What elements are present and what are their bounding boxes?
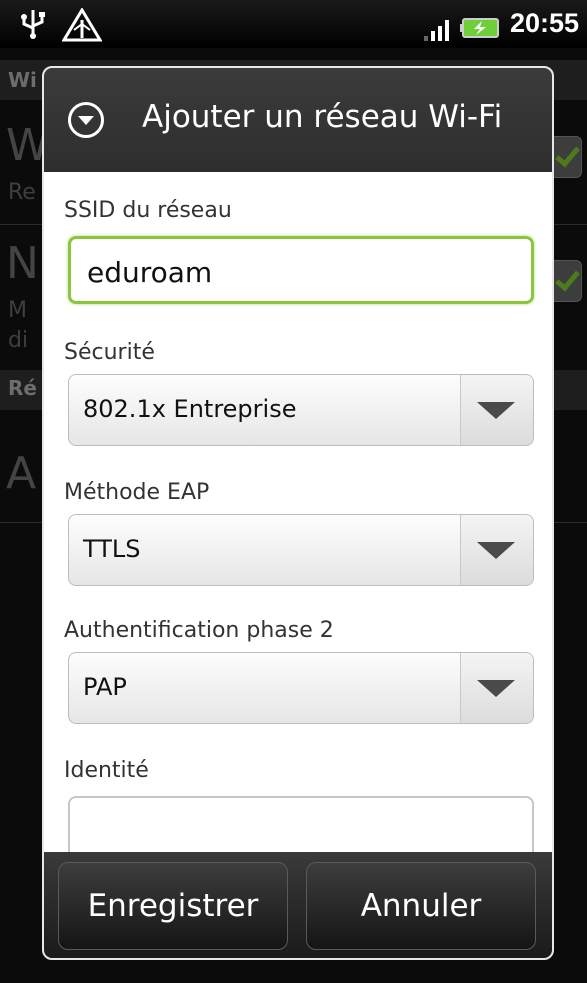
dropdown-arrow-icon[interactable] [460,375,533,445]
background-item-subtitle: di [8,328,29,353]
dialog-form: SSID du réseau Sécurité 802.1x Entrepris… [44,172,552,864]
background-header-text: Wi [8,68,37,92]
dialog-button-bar: Enregistrer Annuler [44,852,552,958]
background-section-text: Ré [8,376,37,400]
background-item-subtitle: Re [8,180,36,205]
dropdown-arrow-icon[interactable] [460,653,533,723]
signal-icon [424,20,449,41]
cancel-button[interactable]: Annuler [306,862,536,950]
security-label: Sécurité [64,340,155,365]
security-dropdown[interactable]: 802.1x Entreprise [68,374,534,446]
phase2-auth-label: Authentification phase 2 [64,618,334,643]
eap-method-dropdown[interactable]: TTLS [68,514,534,586]
dialog-title-bar: Ajouter un réseau Wi-Fi [44,68,552,172]
identity-label: Identité [64,758,149,783]
dropdown-arrow-icon[interactable] [460,515,533,585]
battery-charging-icon [460,18,499,38]
background-item-title: A [6,448,37,499]
phase2-auth-value: PAP [83,673,127,701]
eap-method-value: TTLS [83,535,141,563]
security-value: 802.1x Entreprise [83,395,297,423]
save-button[interactable]: Enregistrer [58,862,288,950]
usb-icon [21,10,45,39]
background-item-subtitle: M [8,298,27,323]
status-bar: 20:55 [0,0,587,48]
ssid-input[interactable] [85,251,509,293]
phase2-auth-dropdown[interactable]: PAP [68,652,534,724]
eap-method-label: Méthode EAP [64,480,210,505]
ssid-label: SSID du réseau [64,198,232,223]
chevron-down-circle-icon [68,102,104,138]
add-wifi-network-dialog: Ajouter un réseau Wi-Fi SSID du réseau S… [42,66,554,960]
warning-icon [62,8,102,42]
dialog-title: Ajouter un réseau Wi-Fi [142,99,503,135]
background-item-title: N [6,238,39,289]
identity-input[interactable] [84,810,508,852]
ssid-field[interactable] [68,236,534,304]
clock: 20:55 [509,8,579,38]
